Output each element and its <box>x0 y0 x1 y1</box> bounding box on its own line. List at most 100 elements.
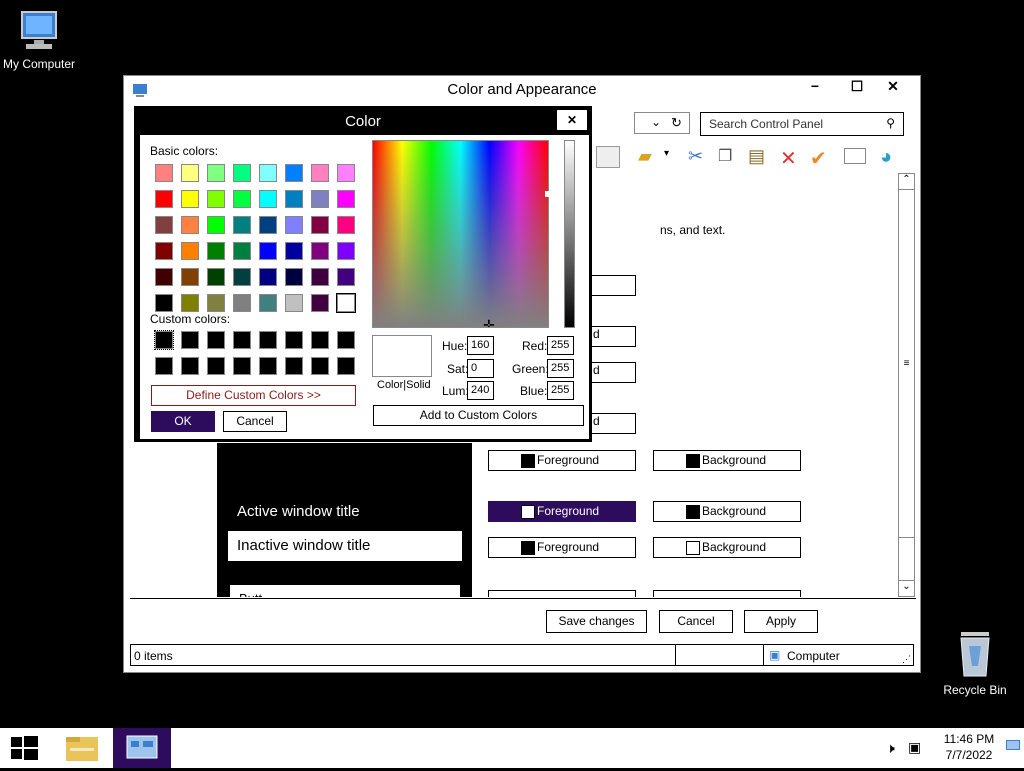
dialog-cancel-button[interactable]: Cancel <box>223 411 287 432</box>
check-icon[interactable]: ✔ <box>810 146 827 171</box>
define-custom-colors-button[interactable]: Define Custom Colors >> <box>151 385 356 406</box>
basic-color-swatch[interactable] <box>337 216 355 234</box>
custom-color-swatch[interactable] <box>259 331 277 349</box>
basic-color-swatch[interactable] <box>233 242 251 260</box>
basic-color-swatch[interactable] <box>259 164 277 182</box>
control-panel-taskbar-button[interactable] <box>113 728 171 768</box>
basic-color-swatch[interactable] <box>285 294 303 312</box>
basic-color-swatch[interactable] <box>311 190 329 208</box>
custom-color-swatch[interactable] <box>311 331 329 349</box>
custom-color-swatch[interactable] <box>285 331 303 349</box>
field-partial[interactable]: d <box>590 413 636 434</box>
refresh-icon[interactable]: ↻ <box>671 115 682 131</box>
green-field[interactable]: 255 <box>547 359 574 378</box>
basic-color-swatch[interactable] <box>155 164 173 182</box>
start-button[interactable] <box>0 728 58 768</box>
blue-field[interactable]: 255 <box>547 381 574 400</box>
basic-color-swatch[interactable] <box>311 294 329 312</box>
scroll-thumb[interactable]: ≡ <box>899 190 914 538</box>
basic-color-swatch[interactable] <box>181 294 199 312</box>
foreground-button[interactable]: Foreground <box>488 450 636 471</box>
resize-grip-icon[interactable]: ⋰ <box>902 654 911 665</box>
basic-color-swatch[interactable] <box>311 164 329 182</box>
basic-color-swatch[interactable] <box>181 164 199 182</box>
basic-color-swatch[interactable] <box>181 216 199 234</box>
search-icon[interactable]: ⚲ <box>886 116 895 130</box>
shell-icon[interactable]: ◕ <box>880 146 892 169</box>
background-button[interactable]: Background <box>653 537 801 558</box>
network-icon[interactable]: ▣ <box>908 739 921 756</box>
basic-color-swatch[interactable] <box>155 190 173 208</box>
basic-color-swatch[interactable] <box>207 242 225 260</box>
basic-color-swatch[interactable] <box>155 268 173 286</box>
luminance-slider[interactable] <box>564 140 575 328</box>
search-input[interactable]: Search Control Panel ⚲ <box>700 112 904 136</box>
hue-field[interactable]: 160 <box>467 336 494 355</box>
custom-color-swatch[interactable] <box>337 357 355 375</box>
layout-icon[interactable] <box>596 146 620 168</box>
scroll-up-icon[interactable]: ⌃ <box>899 174 914 190</box>
basic-color-swatch[interactable] <box>207 190 225 208</box>
basic-color-swatch[interactable] <box>259 294 277 312</box>
custom-color-swatch[interactable] <box>259 357 277 375</box>
basic-color-swatch[interactable] <box>233 216 251 234</box>
custom-color-swatch[interactable] <box>181 331 199 349</box>
custom-color-swatch[interactable] <box>233 331 251 349</box>
basic-color-swatch[interactable] <box>285 216 303 234</box>
cancel-button[interactable]: Cancel <box>659 610 733 633</box>
red-field[interactable]: 255 <box>547 336 574 355</box>
basic-color-swatch[interactable] <box>155 216 173 234</box>
basic-color-swatch[interactable] <box>207 268 225 286</box>
custom-color-swatch[interactable] <box>207 357 225 375</box>
basic-color-swatch[interactable] <box>259 268 277 286</box>
minimize-button[interactable]: − <box>800 76 830 96</box>
basic-color-swatch[interactable] <box>285 190 303 208</box>
basic-color-swatch[interactable] <box>181 190 199 208</box>
recycle-bin-desktop-icon[interactable]: Recycle Bin <box>940 630 1010 697</box>
basic-color-swatch[interactable] <box>311 216 329 234</box>
sat-field[interactable]: 0 <box>467 359 494 378</box>
custom-color-swatch[interactable] <box>181 357 199 375</box>
dialog-close-button[interactable]: ✕ <box>557 110 587 130</box>
basic-color-swatch[interactable] <box>311 242 329 260</box>
basic-color-swatch[interactable] <box>311 268 329 286</box>
basic-color-swatch[interactable] <box>207 216 225 234</box>
basic-color-swatch[interactable] <box>259 242 277 260</box>
basic-color-swatch[interactable] <box>285 268 303 286</box>
custom-color-swatch[interactable] <box>285 357 303 375</box>
basic-color-swatch[interactable] <box>207 164 225 182</box>
basic-color-swatch[interactable] <box>181 242 199 260</box>
color-spectrum[interactable]: ✛ <box>372 140 549 328</box>
basic-color-swatch[interactable] <box>233 294 251 312</box>
background-button[interactable]: Background <box>653 450 801 471</box>
custom-color-swatch[interactable] <box>154 330 174 350</box>
custom-color-swatch[interactable] <box>155 357 173 375</box>
custom-color-swatch[interactable] <box>311 357 329 375</box>
properties-icon[interactable] <box>844 148 866 164</box>
basic-color-swatch[interactable] <box>285 242 303 260</box>
foreground-button[interactable]: Foreground <box>488 537 636 558</box>
vertical-scrollbar[interactable]: ⌃ ≡ ⌄ <box>898 173 915 597</box>
clock[interactable]: 11:46 PM 7/7/2022 <box>942 732 996 762</box>
my-computer-desktop-icon[interactable]: My Computer <box>0 8 78 71</box>
add-to-custom-colors-button[interactable]: Add to Custom Colors <box>373 405 584 426</box>
background-button[interactable]: Background <box>653 501 801 522</box>
custom-color-swatch[interactable] <box>233 357 251 375</box>
volume-muted-icon[interactable]: 🕨 <box>886 740 895 757</box>
chevron-down-icon[interactable]: ⌄ <box>651 115 661 129</box>
close-button[interactable]: ✕ <box>878 76 908 96</box>
basic-color-swatch[interactable] <box>336 293 356 313</box>
delete-icon[interactable]: ✕ <box>780 146 797 171</box>
basic-color-swatch[interactable] <box>337 242 355 260</box>
custom-color-swatch[interactable] <box>337 331 355 349</box>
paste-icon[interactable]: ▤ <box>748 146 765 167</box>
basic-color-swatch[interactable] <box>259 216 277 234</box>
basic-color-swatch[interactable] <box>233 268 251 286</box>
basic-color-swatch[interactable] <box>337 268 355 286</box>
cut-icon[interactable]: ✂ <box>688 146 703 167</box>
basic-color-swatch[interactable] <box>181 268 199 286</box>
basic-color-swatch[interactable] <box>337 164 355 182</box>
folder-icon[interactable]: ▰ <box>638 146 652 167</box>
ok-button[interactable]: OK <box>151 411 215 432</box>
basic-color-swatch[interactable] <box>233 190 251 208</box>
